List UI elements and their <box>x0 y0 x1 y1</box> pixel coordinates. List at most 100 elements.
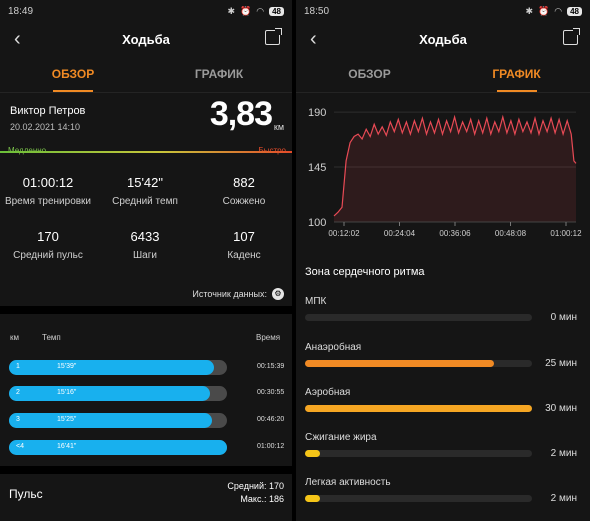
battery-icon: 48 <box>269 6 284 16</box>
data-source-label: Источник данных: <box>192 289 267 299</box>
stat-value: 6433 <box>130 229 160 244</box>
lap-fill <box>9 360 214 375</box>
zone-name: Аэробная <box>305 387 351 398</box>
col-time: Время <box>256 333 281 342</box>
page-title: Ходьба <box>419 31 467 47</box>
stat-label: Время тренировки <box>4 196 92 207</box>
y-tick-label: 190 <box>308 107 326 119</box>
share-icon[interactable] <box>563 28 580 45</box>
x-tick-label: 00:48:08 <box>495 229 527 238</box>
bluetooth-icon: ✱ <box>227 5 236 16</box>
status-time: 18:50 <box>304 5 330 17</box>
x-tick-label: 01:00:12 <box>550 229 582 238</box>
data-source-icon[interactable]: ⚙ <box>272 288 284 300</box>
lap-fill <box>9 440 227 455</box>
graph-screen: 18:50 ✱ ⏰ ◠ 48 ‹ Ходьба ОБЗОР ГРАФИК 100… <box>296 0 590 521</box>
lap-time: 00:15:39 <box>257 363 285 370</box>
zone-name: Легкая активность <box>305 477 391 488</box>
stat-value: 01:00:12 <box>22 175 74 190</box>
user-name: Виктор Петров <box>10 105 86 117</box>
lap-km: 3 <box>16 416 20 423</box>
y-tick-label: 145 <box>308 162 326 174</box>
status-icons: ✱ ⏰ ◠ 48 <box>227 6 284 17</box>
distance-unit: км <box>273 122 284 132</box>
back-arrow-icon[interactable]: ‹ <box>310 28 317 51</box>
tab-graph[interactable]: ГРАФИК <box>146 56 292 92</box>
x-tick-label: 00:12:02 <box>328 229 360 238</box>
tab-overview[interactable]: ОБЗОР <box>296 56 443 92</box>
col-pace: Темп <box>42 333 61 342</box>
zone-name: Сжигание жира <box>305 432 377 443</box>
lap-km: <4 <box>16 443 24 450</box>
tab-graph[interactable]: ГРАФИК <box>443 56 590 92</box>
stat-workout-time: 01:00:12 Время тренировки <box>0 175 96 207</box>
lap-pace: 15'25" <box>57 416 77 423</box>
stat-value: 15'42" <box>126 175 164 190</box>
col-km: км <box>10 333 19 342</box>
page-title: Ходьба <box>122 31 170 47</box>
tab-overview[interactable]: ОБЗОР <box>0 56 146 92</box>
pulse-avg: Средний: 170 <box>227 481 284 491</box>
heart-rate-chart: 100 145 190 00:12:02 00:24:04 00:36:06 00:48:0… <box>308 107 582 238</box>
zone-value: 30 мин <box>545 403 577 414</box>
zone-row: МПК 0 мин <box>305 296 581 323</box>
stat-avg-pace: 15'42" Средний темп <box>97 175 193 207</box>
zone-row: Аэробная 30 мин <box>305 387 581 414</box>
y-tick-label: 100 <box>308 217 326 229</box>
stat-label: Каденс <box>227 250 261 261</box>
zone-bar <box>305 495 532 502</box>
lap-time: 00:30:55 <box>257 389 285 396</box>
pulse-summary: Средний: 170 Макс.: 186 <box>227 480 284 506</box>
zone-name: МПК <box>305 296 327 307</box>
stat-label: Средний пульс <box>13 250 83 261</box>
stat-value: 882 <box>233 175 255 190</box>
lap-time: 01:00:12 <box>257 443 285 450</box>
lap-time: 00:46:20 <box>257 416 285 423</box>
workout-datetime: 20.02.2021 14:10 <box>10 122 81 132</box>
back-arrow-icon[interactable]: ‹ <box>14 28 21 51</box>
x-tick-label: 00:24:04 <box>384 229 416 238</box>
zone-value: 25 мин <box>545 358 577 369</box>
app-header: ‹ Ходьба <box>296 22 590 56</box>
zone-value: 0 мин <box>550 312 577 323</box>
lap-fill <box>9 413 212 428</box>
stat-avg-pulse: 170 Средний пульс <box>0 229 96 261</box>
zone-bar-fill <box>305 360 495 367</box>
battery-icon: 48 <box>567 6 582 16</box>
zone-bar <box>305 360 532 367</box>
section-divider <box>0 306 292 314</box>
overview-screen: 18:49 ✱ ⏰ ◠ 48 ‹ Ходьба ОБЗОР ГРАФИК Вик… <box>0 0 292 521</box>
zone-row: Сжигание жира 2 мин <box>305 432 581 459</box>
zone-value: 2 мин <box>550 448 577 459</box>
speed-gradient-bar <box>0 151 292 153</box>
wifi-icon: ◠ <box>256 5 265 16</box>
pulse-section-title: Пульс <box>9 487 43 501</box>
bluetooth-icon: ✱ <box>525 5 534 16</box>
stat-value: 170 <box>37 229 59 244</box>
pulse-max: Макс.: 186 <box>240 494 284 504</box>
status-time: 18:49 <box>8 5 34 17</box>
tab-bar: ОБЗОР ГРАФИК <box>296 56 590 93</box>
app-header: ‹ Ходьба <box>0 22 292 56</box>
stat-label: Шаги <box>133 250 157 261</box>
zone-bar <box>305 450 532 457</box>
stat-label: Сожжено <box>222 196 266 207</box>
stat-steps: 6433 Шаги <box>97 229 193 261</box>
zone-bar-fill <box>305 495 321 502</box>
alarm-icon: ⏰ <box>240 5 252 16</box>
zone-bar <box>305 314 532 321</box>
lap-fill <box>9 386 210 401</box>
lap-km: 2 <box>16 389 20 396</box>
status-bar: 18:50 ✱ ⏰ ◠ 48 <box>296 0 590 22</box>
section-divider <box>0 466 292 474</box>
status-bar: 18:49 ✱ ⏰ ◠ 48 <box>0 0 292 22</box>
zone-row: Легкая активность 2 мин <box>305 477 581 504</box>
alarm-icon: ⏰ <box>538 5 550 16</box>
stat-label: Средний темп <box>112 196 178 207</box>
data-source[interactable]: Источник данных: ⚙ <box>192 288 284 300</box>
share-icon[interactable] <box>265 28 282 45</box>
zone-bar-fill <box>305 405 532 412</box>
lap-pace: 16'41" <box>57 443 77 450</box>
wifi-icon: ◠ <box>554 5 563 16</box>
stat-cadence: 107 Каденс <box>196 229 292 261</box>
